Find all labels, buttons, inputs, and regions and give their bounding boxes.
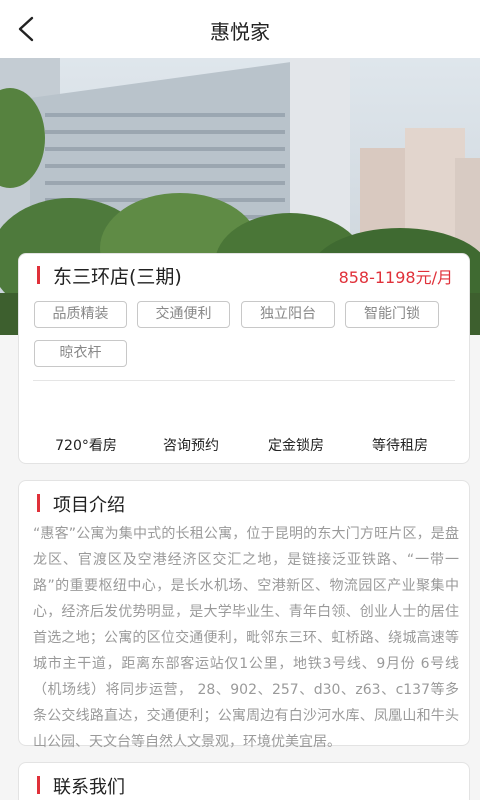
accent-bar (37, 266, 40, 284)
project-intro-card: 项目介绍 “惠客”公寓为集中式的长租公寓，位于昆明的东大门方旺片区，是盘龙区、官… (18, 480, 470, 750)
intro-text: “惠客”公寓为集中式的长租公寓，位于昆明的东大门方旺片区，是盘龙区、官渡区及空港… (33, 526, 459, 750)
feature-tag: 交通便利 (137, 301, 230, 328)
wait-rent-button[interactable]: 等待租房 (350, 435, 450, 455)
top-nav-bar: 惠悦家 (0, 0, 480, 58)
section-title: 项目介绍 (53, 495, 125, 516)
feature-tag: 品质精装 (34, 301, 127, 328)
consult-button[interactable]: 咨询预约 (141, 435, 241, 455)
feature-tag: 智能门锁 (345, 301, 439, 328)
accent-bar (37, 776, 40, 794)
store-price: 858-1198元/月 (338, 268, 453, 287)
divider (33, 380, 455, 381)
store-name: 东三环店(三期) (53, 266, 182, 288)
vr-tour-button[interactable]: 720°看房 (36, 435, 136, 455)
store-info-card: 东三环店(三期) 858-1198元/月 品质精装 交通便利 独立阳台 智能门锁… (18, 253, 470, 464)
page-title: 惠悦家 (210, 20, 270, 44)
feature-tag: 独立阳台 (241, 301, 335, 328)
feature-tag: 晾衣杆 (34, 340, 127, 367)
contact-card: 联系我们 (18, 762, 470, 800)
deposit-lock-button[interactable]: 定金锁房 (246, 435, 346, 455)
section-title: 联系我们 (53, 777, 125, 798)
accent-bar (37, 494, 40, 512)
